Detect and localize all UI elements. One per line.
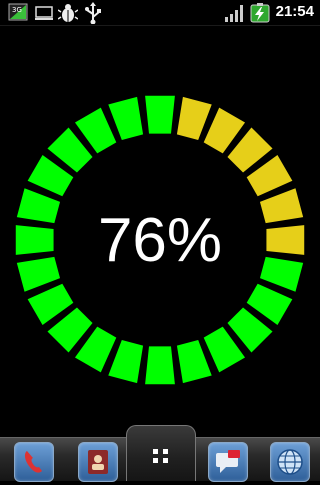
gauge-segment-filled [15,225,54,255]
gauge-segment-filled [108,96,144,141]
app-drawer-button[interactable] [126,425,196,481]
gauge-segment-filled [16,188,61,224]
contacts-icon[interactable] [78,442,118,482]
gauge-segment-filled [259,256,304,292]
gauge-segment-filled [145,346,175,385]
gauge-segment-filled [16,256,61,292]
messaging-icon[interactable] [208,442,248,482]
gauge-segment-filled [176,339,212,384]
battery-percent-label: 76% [97,206,223,275]
app-drawer-icon [153,449,168,463]
browser-icon[interactable] [270,442,310,482]
gauge-segment-filled [145,95,175,134]
gauge-segment-empty [176,96,212,141]
phone-icon[interactable] [14,442,54,482]
gauge-segment-filled [108,339,144,384]
gauge-segment-empty [259,188,304,224]
gauge-segment-empty [266,225,305,255]
